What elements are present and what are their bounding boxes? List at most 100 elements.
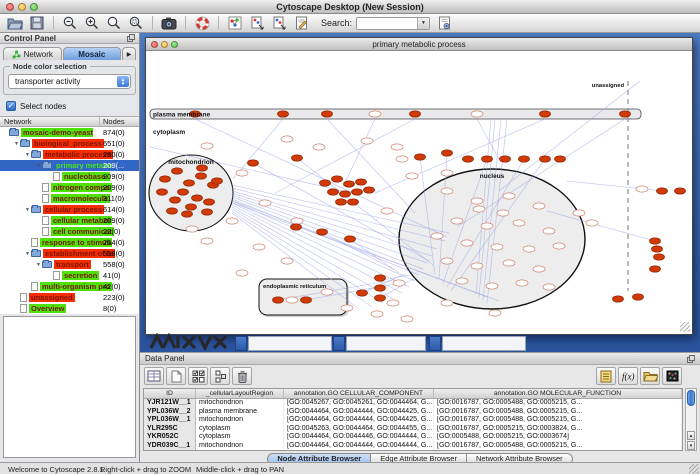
network-node[interactable] xyxy=(519,156,530,162)
table-scrollbar[interactable]: ▲ ▼ xyxy=(685,388,697,451)
network-node-outline[interactable] xyxy=(441,170,453,176)
zoom-in-button[interactable] xyxy=(82,15,102,32)
tree-column-network[interactable]: Network xyxy=(0,117,100,126)
table-cell[interactable]: [GO:0016787, GO:0005488, GO:0005215, G..… xyxy=(434,442,682,451)
network-node[interactable] xyxy=(273,297,284,303)
network-node[interactable] xyxy=(332,176,343,182)
network-node[interactable] xyxy=(322,111,333,117)
tree-row[interactable]: cellular metabol209(0) xyxy=(0,215,139,226)
matrix-button[interactable] xyxy=(662,367,682,385)
network-node-outline[interactable] xyxy=(201,238,213,244)
expander-icon[interactable]: ▼ xyxy=(24,251,31,257)
node-color-dropdown[interactable]: transporter activity ▲▼ xyxy=(8,74,131,89)
network-node-outline[interactable] xyxy=(401,316,413,322)
network-node[interactable] xyxy=(157,189,168,195)
network-node[interactable] xyxy=(317,229,328,235)
snapshot-button[interactable] xyxy=(159,15,179,32)
network-node[interactable] xyxy=(278,111,289,117)
table-row[interactable]: YJR121W__1mitochondrion[GO:0045267, GO:0… xyxy=(144,399,682,408)
network-node[interactable] xyxy=(555,156,566,162)
app-resize-grip[interactable] xyxy=(689,464,699,474)
table-cell[interactable]: YPL036W__1 xyxy=(144,416,196,425)
network-node-outline[interactable] xyxy=(543,228,555,234)
table-cell[interactable]: cytoplasm xyxy=(196,433,284,442)
network-node[interactable] xyxy=(375,295,386,301)
network-node[interactable] xyxy=(442,150,453,156)
table-cell[interactable]: [GO:0016787, GO:0005488, GO:0005215, G..… xyxy=(434,399,682,408)
table-cell[interactable]: plasma membrane xyxy=(196,408,284,417)
network-node-outline[interactable] xyxy=(473,206,485,212)
network-node[interactable] xyxy=(654,254,665,260)
float-panel-icon[interactable] xyxy=(127,34,135,42)
network-node-outline[interactable] xyxy=(391,144,403,150)
table-cell[interactable]: [GO:0045267, GO:0045261, GO:0044464, G..… xyxy=(284,399,434,408)
vizmapper-button[interactable] xyxy=(225,15,245,32)
select-attributes-button[interactable] xyxy=(188,367,208,385)
birdseye-view-panel[interactable] xyxy=(3,316,136,458)
network-node-outline[interactable] xyxy=(461,240,473,246)
column-header-cellular-component[interactable]: annotation.GO CELLULAR_COMPONENT xyxy=(284,389,434,398)
open-session-button[interactable] xyxy=(5,15,25,32)
network-node[interactable] xyxy=(172,168,183,174)
network-node-outline[interactable] xyxy=(381,208,393,214)
tree-row[interactable]: nucleobase-209(0) xyxy=(0,171,139,182)
tree-row[interactable]: nitrogen compo209(0) xyxy=(0,182,139,193)
network-node[interactable] xyxy=(357,290,368,296)
search-input[interactable] xyxy=(357,18,417,29)
expander-icon[interactable]: ▼ xyxy=(13,141,20,147)
network-node-outline[interactable] xyxy=(369,111,381,117)
network-node[interactable] xyxy=(170,197,181,203)
import-attributes-button[interactable] xyxy=(269,15,289,32)
window-resize-grip[interactable] xyxy=(680,322,690,332)
network-node-outline[interactable] xyxy=(387,300,399,306)
zoom-fit-button[interactable] xyxy=(104,15,124,32)
network-node[interactable] xyxy=(364,187,375,193)
network-node-outline[interactable] xyxy=(497,210,509,216)
network-node-outline[interactable] xyxy=(441,188,453,194)
network-node-outline[interactable] xyxy=(489,310,501,316)
network-node[interactable] xyxy=(340,191,351,197)
network-node[interactable] xyxy=(540,156,551,162)
expander-icon[interactable]: ▼ xyxy=(24,207,31,213)
formula-builder-button[interactable]: f(x) xyxy=(618,367,638,385)
network-node-outline[interactable] xyxy=(573,210,585,216)
network-node-outline[interactable] xyxy=(636,186,648,192)
save-session-button[interactable] xyxy=(27,15,47,32)
network-node[interactable] xyxy=(196,173,207,179)
network-node-outline[interactable] xyxy=(281,258,293,264)
tab-mosaic[interactable]: Mosaic xyxy=(63,47,122,60)
network-node[interactable] xyxy=(167,208,178,214)
minimize-view-button[interactable] xyxy=(161,41,168,48)
network-node-outline[interactable] xyxy=(259,200,271,206)
network-node-outline[interactable] xyxy=(486,283,498,289)
network-node-outline[interactable] xyxy=(513,220,525,226)
tree-row[interactable]: ▼primary metabo209(... xyxy=(0,160,139,171)
network-node[interactable] xyxy=(178,189,189,195)
network-node[interactable] xyxy=(657,188,668,194)
network-node[interactable] xyxy=(415,154,426,160)
network-node-outline[interactable] xyxy=(236,170,248,176)
expander-icon[interactable]: ▼ xyxy=(35,262,42,268)
minimize-window-button[interactable] xyxy=(18,3,26,11)
table-cell[interactable]: [GO:0044464, GO:0044444, GO:0044444, G..… xyxy=(284,442,434,451)
network-node-outline[interactable] xyxy=(341,305,353,311)
column-header-id[interactable]: ID xyxy=(144,389,196,398)
column-header-region[interactable]: _cellularLayoutRegion xyxy=(196,389,284,398)
scroll-up-button[interactable]: ▲ xyxy=(687,431,695,440)
zoom-window-button[interactable] xyxy=(30,3,38,11)
attribute-table-button[interactable] xyxy=(144,367,164,385)
network-node[interactable] xyxy=(633,294,644,300)
network-node-outline[interactable] xyxy=(543,284,555,290)
table-cell[interactable]: YDR039C__1 xyxy=(144,442,196,451)
column-header-molecular-function[interactable]: annotation.GO MOLECULAR_FUNCTION xyxy=(434,389,682,398)
network-node[interactable] xyxy=(540,111,551,117)
network-node-outline[interactable] xyxy=(471,111,483,117)
network-node[interactable] xyxy=(375,275,386,281)
network-node[interactable] xyxy=(613,296,624,302)
network-node-outline[interactable] xyxy=(451,218,463,224)
network-node[interactable] xyxy=(292,155,303,161)
network-node-outline[interactable] xyxy=(533,203,545,209)
network-node-outline[interactable] xyxy=(441,300,453,306)
network-node[interactable] xyxy=(248,160,259,166)
table-cell[interactable]: [GO:0044464, GO:0044446, GO:0044444, G..… xyxy=(284,433,434,442)
